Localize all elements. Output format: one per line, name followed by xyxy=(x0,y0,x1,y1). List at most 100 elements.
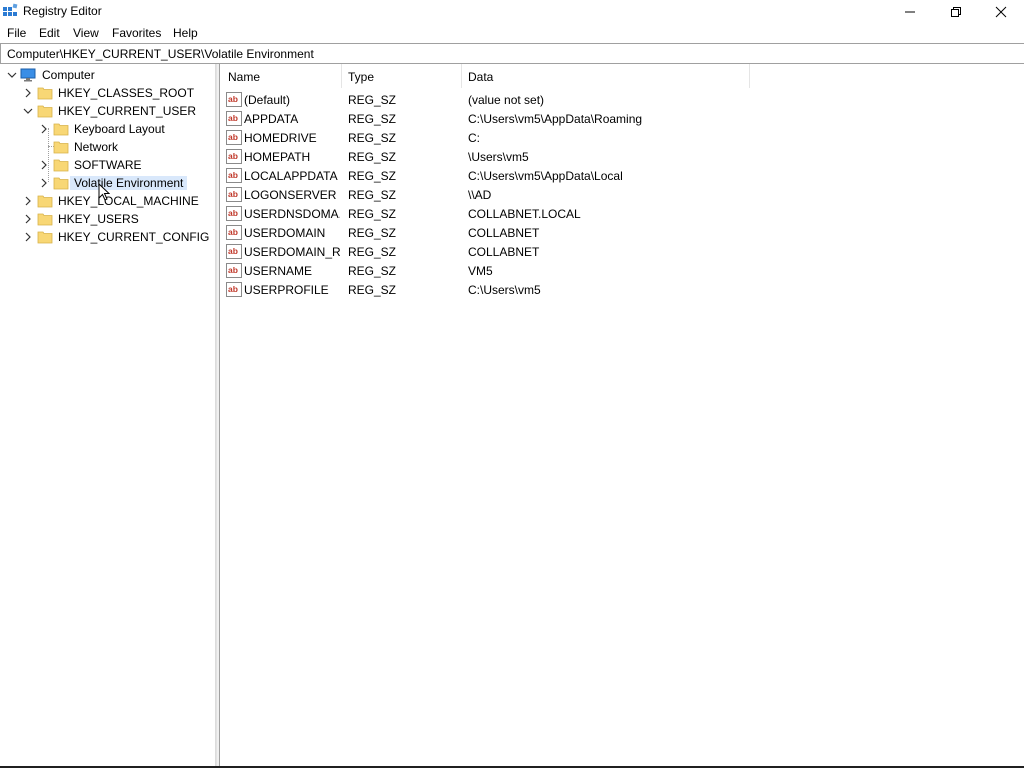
pane-splitter[interactable] xyxy=(216,64,220,768)
table-row[interactable]: ab LOGONSERVER REG_SZ \\AD xyxy=(221,185,1024,204)
chevron-down-icon[interactable] xyxy=(22,104,34,118)
minimize-button[interactable] xyxy=(887,0,933,23)
chevron-right-icon[interactable] xyxy=(22,230,34,244)
string-value-icon: ab xyxy=(226,244,242,259)
menu-view[interactable]: View xyxy=(73,26,99,40)
close-icon xyxy=(995,6,1007,17)
menu-edit[interactable]: Edit xyxy=(39,26,60,40)
table-row[interactable]: ab USERDNSDOMA... REG_SZ COLLABNET.LOCAL xyxy=(221,204,1024,223)
string-value-icon: ab xyxy=(226,149,242,164)
address-bar[interactable]: Computer\HKEY_CURRENT_USER\Volatile Envi… xyxy=(0,43,1024,64)
tree-item-label: Computer xyxy=(42,68,95,82)
tree-item-hkey-current-user[interactable]: HKEY_CURRENT_USER xyxy=(0,102,215,120)
menu-help[interactable]: Help xyxy=(173,26,198,40)
folder-icon xyxy=(53,159,69,172)
string-value-icon: ab xyxy=(226,282,242,297)
tree-item-label: HKEY_CURRENT_USER xyxy=(58,104,197,118)
chevron-right-icon[interactable] xyxy=(38,158,50,172)
svg-text:ab: ab xyxy=(228,265,238,275)
menu-file[interactable]: File xyxy=(7,26,26,40)
value-data: \\AD xyxy=(468,188,492,202)
chevron-right-icon[interactable] xyxy=(22,86,34,100)
tree-item-label: HKEY_USERS xyxy=(58,212,139,226)
svg-text:ab: ab xyxy=(228,151,238,161)
table-row[interactable]: ab HOMEDRIVE REG_SZ C: xyxy=(221,128,1024,147)
value-type: REG_SZ xyxy=(348,283,397,297)
table-row[interactable]: ab APPDATA REG_SZ C:\Users\vm5\AppData\Roam… xyxy=(221,109,1024,128)
menu-bar: File Edit View Favorites Help xyxy=(0,23,1024,42)
chevron-down-icon[interactable] xyxy=(6,68,18,82)
list-header: Name Type Data xyxy=(221,64,1024,88)
restore-icon xyxy=(951,6,961,17)
column-header-type[interactable]: Type xyxy=(341,64,462,88)
tree-item-hkey-classes-root[interactable]: HKEY_CLASSES_ROOT xyxy=(0,84,215,102)
tree-pane[interactable]: Computer HKEY_CLASSES_ROOT HKEY_CURRENT_… xyxy=(0,64,216,768)
tree-item-computer[interactable]: Computer xyxy=(0,66,215,84)
chevron-right-icon[interactable] xyxy=(38,176,50,190)
folder-icon xyxy=(37,213,53,226)
value-data: COLLABNET.LOCAL xyxy=(468,207,581,221)
string-value-icon: ab xyxy=(226,225,242,240)
value-name: LOGONSERVER xyxy=(244,188,337,202)
value-type: REG_SZ xyxy=(348,112,397,126)
tree-item-label: HKEY_CURRENT_CONFIG xyxy=(58,230,210,244)
tree-item-network[interactable]: Network xyxy=(0,138,215,156)
string-value-icon: ab xyxy=(226,168,242,183)
column-header-name[interactable]: Name xyxy=(221,64,342,88)
value-name: USERPROFILE xyxy=(244,283,329,297)
values-list-pane[interactable]: Name Type Data ab (Default) REG_SZ (value n… xyxy=(221,64,1024,768)
table-row[interactable]: ab LOCALAPPDATA REG_SZ C:\Users\vm5\AppData… xyxy=(221,166,1024,185)
title-bar[interactable]: Registry Editor xyxy=(0,0,1024,23)
value-data: C:\Users\vm5 xyxy=(468,283,541,297)
tree-item-label: Keyboard Layout xyxy=(74,122,165,136)
tree-item-hkey-current-config[interactable]: HKEY_CURRENT_CONFIG xyxy=(0,228,215,246)
table-row[interactable]: ab USERNAME REG_SZ VM5 xyxy=(221,261,1024,280)
folder-icon xyxy=(37,105,53,118)
restore-button[interactable] xyxy=(933,0,979,23)
table-row[interactable]: ab USERPROFILE REG_SZ C:\Users\vm5 xyxy=(221,280,1024,299)
window-title: Registry Editor xyxy=(23,4,102,18)
address-path: Computer\HKEY_CURRENT_USER\Volatile Envi… xyxy=(7,47,314,61)
value-data: C: xyxy=(468,131,480,145)
value-data: VM5 xyxy=(468,264,493,278)
chevron-right-icon[interactable] xyxy=(22,212,34,226)
folder-icon xyxy=(37,231,53,244)
mouse-cursor-icon xyxy=(98,183,110,201)
folder-icon xyxy=(53,123,69,136)
value-name: LOCALAPPDATA xyxy=(244,169,338,183)
value-name: USERDOMAIN xyxy=(244,226,326,240)
svg-text:ab: ab xyxy=(228,246,238,256)
value-type: REG_SZ xyxy=(348,264,397,278)
string-value-icon: ab xyxy=(226,111,242,126)
string-value-icon: ab xyxy=(226,187,242,202)
chevron-right-icon[interactable] xyxy=(38,122,50,136)
table-row[interactable]: ab USERDOMAIN REG_SZ COLLABNET xyxy=(221,223,1024,242)
value-type: REG_SZ xyxy=(348,207,397,221)
value-data: C:\Users\vm5\AppData\Local xyxy=(468,169,623,183)
svg-text:ab: ab xyxy=(228,132,238,142)
folder-icon xyxy=(53,177,69,190)
svg-text:ab: ab xyxy=(228,208,238,218)
menu-favorites[interactable]: Favorites xyxy=(112,26,161,40)
tree-item-hkey-users[interactable]: HKEY_USERS xyxy=(0,210,215,228)
svg-text:ab: ab xyxy=(228,227,238,237)
value-name: USERNAME xyxy=(244,264,313,278)
tree-item-keyboard-layout[interactable]: Keyboard Layout xyxy=(0,120,215,138)
value-name: (Default) xyxy=(244,93,291,107)
table-row[interactable]: ab (Default) REG_SZ (value not set) xyxy=(221,90,1024,109)
value-data: C:\Users\vm5\AppData\Roaming xyxy=(468,112,643,126)
registry-editor-icon xyxy=(3,3,18,16)
table-row[interactable]: ab USERDOMAIN_R... REG_SZ COLLABNET xyxy=(221,242,1024,261)
tree-item-label: Network xyxy=(74,140,119,154)
table-row[interactable]: ab HOMEPATH REG_SZ \Users\vm5 xyxy=(221,147,1024,166)
column-header-data[interactable]: Data xyxy=(461,64,750,88)
close-button[interactable] xyxy=(978,0,1024,23)
svg-text:ab: ab xyxy=(228,170,238,180)
value-data: COLLABNET xyxy=(468,226,540,240)
value-data: (value not set) xyxy=(468,93,545,107)
tree-item-label: SOFTWARE xyxy=(74,158,142,172)
folder-icon xyxy=(37,87,53,100)
chevron-right-icon[interactable] xyxy=(22,194,34,208)
tree-item-software[interactable]: SOFTWARE xyxy=(0,156,215,174)
folder-icon xyxy=(53,141,69,154)
